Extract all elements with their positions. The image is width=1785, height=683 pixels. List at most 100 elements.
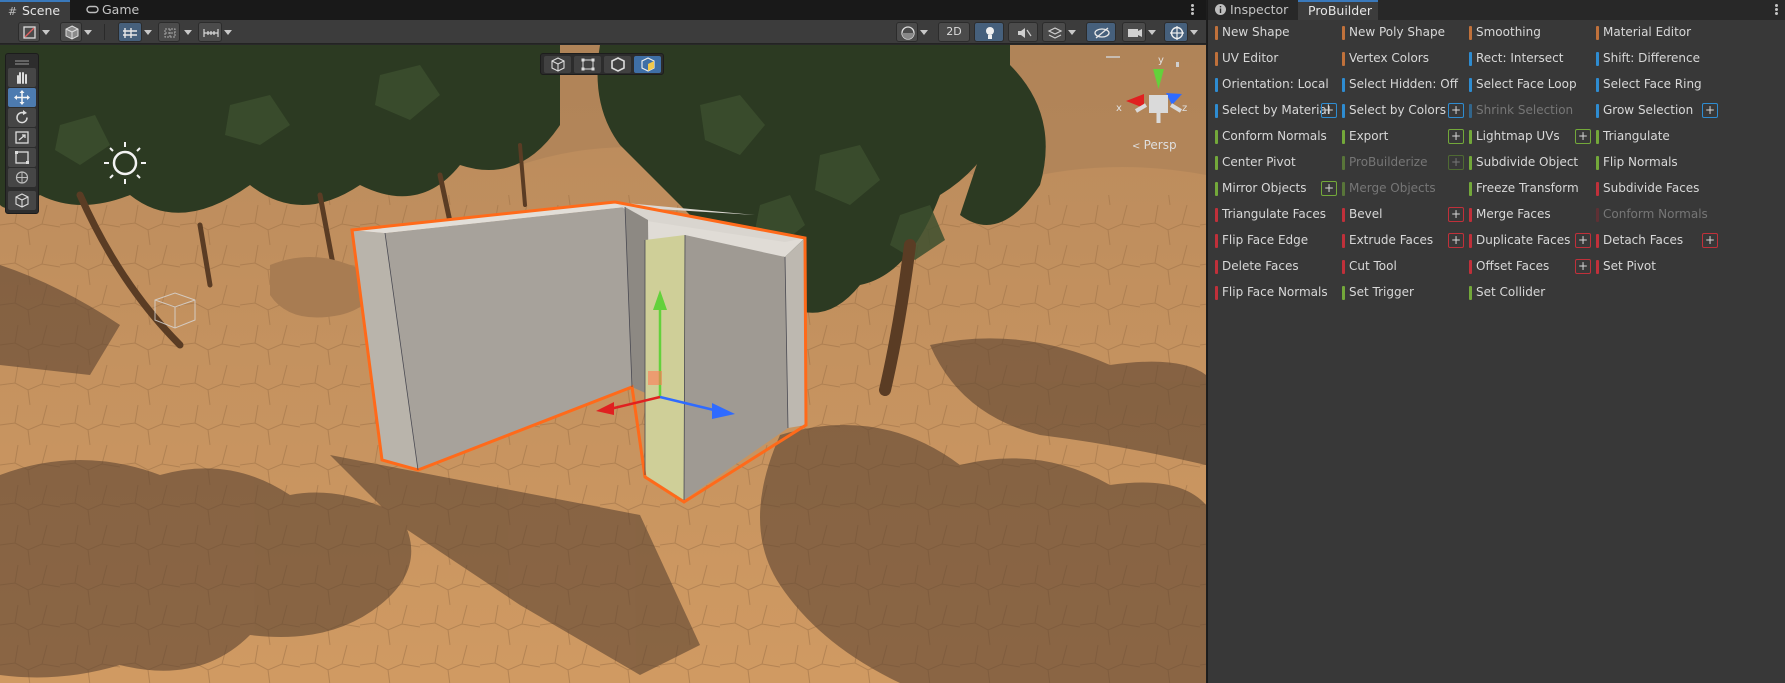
options-plus-button[interactable]: + [1448,207,1464,222]
category-color-bar [1596,234,1599,248]
probuilder-action-button[interactable]: Subdivide Faces [1594,176,1720,202]
lighting-bulb-icon[interactable] [974,22,1004,42]
probuilder-action-button[interactable]: Subdivide Object [1467,150,1593,176]
probuilder-action-button[interactable]: Lightmap UVs + [1467,124,1593,150]
probuilder-action-button[interactable]: UV Editor [1213,46,1339,72]
hidden-objects-icon[interactable] [1086,22,1116,42]
options-plus-button[interactable]: + [1448,155,1464,170]
tab-game[interactable]: Game [80,0,146,20]
probuilder-action-button[interactable]: Select Face Ring [1594,72,1720,98]
grid-snap-dropdown[interactable] [142,22,154,42]
probuilder-action-button[interactable]: Rect: Intersect [1467,46,1593,72]
probuilder-action-button[interactable]: Conform Normals [1213,124,1339,150]
tab-scene[interactable]: # Scene [0,0,70,20]
probuilder-action-button[interactable]: Triangulate Faces [1213,202,1339,228]
options-plus-button[interactable]: + [1575,259,1591,274]
probuilder-action-button[interactable]: Flip Normals [1594,150,1720,176]
effects-icon[interactable] [1042,22,1066,42]
camera-icon[interactable] [1122,22,1146,42]
move-tool-icon[interactable] [8,88,36,107]
probuilder-action-button[interactable]: Orientation: Local [1213,72,1339,98]
render-mode-dropdown[interactable] [918,22,930,42]
options-plus-button[interactable]: + [1702,103,1718,118]
rect-tool-icon[interactable] [8,148,36,167]
shading-dropdown[interactable] [82,22,94,42]
hand-tool-icon[interactable] [8,68,36,87]
probuilder-action-button[interactable]: Set Trigger [1340,280,1466,306]
probuilder-action-button[interactable]: Extrude Faces + [1340,228,1466,254]
probuilder-action-button[interactable]: Select Hidden: Off [1340,72,1466,98]
increment-snap-icon[interactable] [158,22,180,42]
probuilder-action-button[interactable]: Mirror Objects + [1213,176,1339,202]
probuilder-action-button[interactable]: Duplicate Faces + [1467,228,1593,254]
vertex-mode-icon[interactable] [574,56,601,73]
transform-tool-icon[interactable] [8,168,36,187]
ruler-icon[interactable] [198,22,222,42]
probuilder-action-button[interactable]: Bevel + [1340,202,1466,228]
shading-cube-icon[interactable] [60,22,82,42]
probuilder-action-button[interactable]: Set Collider [1467,280,1593,306]
probuilder-action-button[interactable]: Shrink Selection [1467,98,1593,124]
right-tab-menu-icon[interactable] [1773,3,1779,17]
options-plus-button[interactable]: + [1575,129,1591,144]
effects-dropdown[interactable] [1066,22,1078,42]
probuilder-action-button[interactable]: Shift: Difference [1594,46,1720,72]
probuilder-action-button[interactable]: Conform Normals [1594,202,1720,228]
camera-dropdown[interactable] [1146,22,1158,42]
projection-label[interactable]: < Persp [1132,138,1177,152]
options-plus-button[interactable]: + [1448,103,1464,118]
probuilder-action-button[interactable]: Select by Colors + [1340,98,1466,124]
probuilder-action-button[interactable]: Smoothing [1467,20,1593,46]
probuilder-action-button[interactable]: Center Pivot [1213,150,1339,176]
probuilder-action-button[interactable]: Offset Faces + [1467,254,1593,280]
audio-mute-icon[interactable] [1008,22,1038,42]
ruler-dropdown[interactable] [222,22,234,42]
probuilder-action-button[interactable]: Flip Face Normals [1213,280,1339,306]
probuilder-action-button[interactable]: Select by Material + [1213,98,1339,124]
render-mode-icon[interactable] [896,22,918,42]
scene-tab-menu-icon[interactable] [1189,3,1195,17]
probuilder-action-button[interactable]: Detach Faces + [1594,228,1720,254]
grid-icon: # [7,5,18,18]
gizmo-axis-z: z [1182,103,1188,114]
face-mode-icon[interactable] [634,56,661,73]
probuilder-action-button[interactable]: Delete Faces [1213,254,1339,280]
probuilder-action-button[interactable]: Set Pivot [1594,254,1720,280]
scene-viewport[interactable]: y x z < Persp [0,45,1206,683]
grid-snap-icon[interactable] [118,22,142,42]
gizmos-dropdown[interactable] [1188,22,1200,42]
options-plus-button[interactable]: + [1575,233,1591,248]
increment-snap-dropdown[interactable] [182,22,194,42]
options-plus-button[interactable]: + [1448,129,1464,144]
probuilder-action-button[interactable]: Merge Objects [1340,176,1466,202]
rotate-tool-icon[interactable] [8,108,36,127]
mode-2d-button[interactable]: 2D [938,22,970,42]
probuilder-action-button[interactable]: Merge Faces [1467,202,1593,228]
probuilder-action-button[interactable]: ProBuilderize + [1340,150,1466,176]
probuilder-tool-icon[interactable] [8,191,36,210]
tab-inspector[interactable]: Inspector [1208,0,1296,20]
draw-mode-dropdown[interactable] [40,22,52,42]
options-plus-button[interactable]: + [1321,103,1337,118]
probuilder-action-button[interactable]: Material Editor [1594,20,1720,46]
object-mode-icon[interactable] [544,56,571,73]
probuilder-action-button[interactable]: New Poly Shape [1340,20,1466,46]
options-plus-button[interactable]: + [1448,233,1464,248]
scale-tool-icon[interactable] [8,128,36,147]
palette-grab-handle[interactable] [8,57,36,67]
edge-mode-icon[interactable] [604,56,631,73]
probuilder-action-button[interactable]: Export + [1340,124,1466,150]
probuilder-action-button[interactable]: Grow Selection + [1594,98,1720,124]
probuilder-action-button[interactable]: Vertex Colors [1340,46,1466,72]
options-plus-button[interactable]: + [1702,233,1718,248]
probuilder-action-button[interactable]: Cut Tool [1340,254,1466,280]
tab-probuilder[interactable]: ProBuilder [1298,0,1378,20]
probuilder-action-button[interactable]: Select Face Loop [1467,72,1593,98]
draw-mode-icon[interactable] [18,22,40,42]
probuilder-action-button[interactable]: Flip Face Edge [1213,228,1339,254]
gizmos-icon[interactable] [1164,22,1188,42]
probuilder-action-button[interactable]: Triangulate [1594,124,1720,150]
probuilder-action-button[interactable]: New Shape [1213,20,1339,46]
probuilder-action-button[interactable]: Freeze Transform [1467,176,1593,202]
options-plus-button[interactable]: + [1321,181,1337,196]
